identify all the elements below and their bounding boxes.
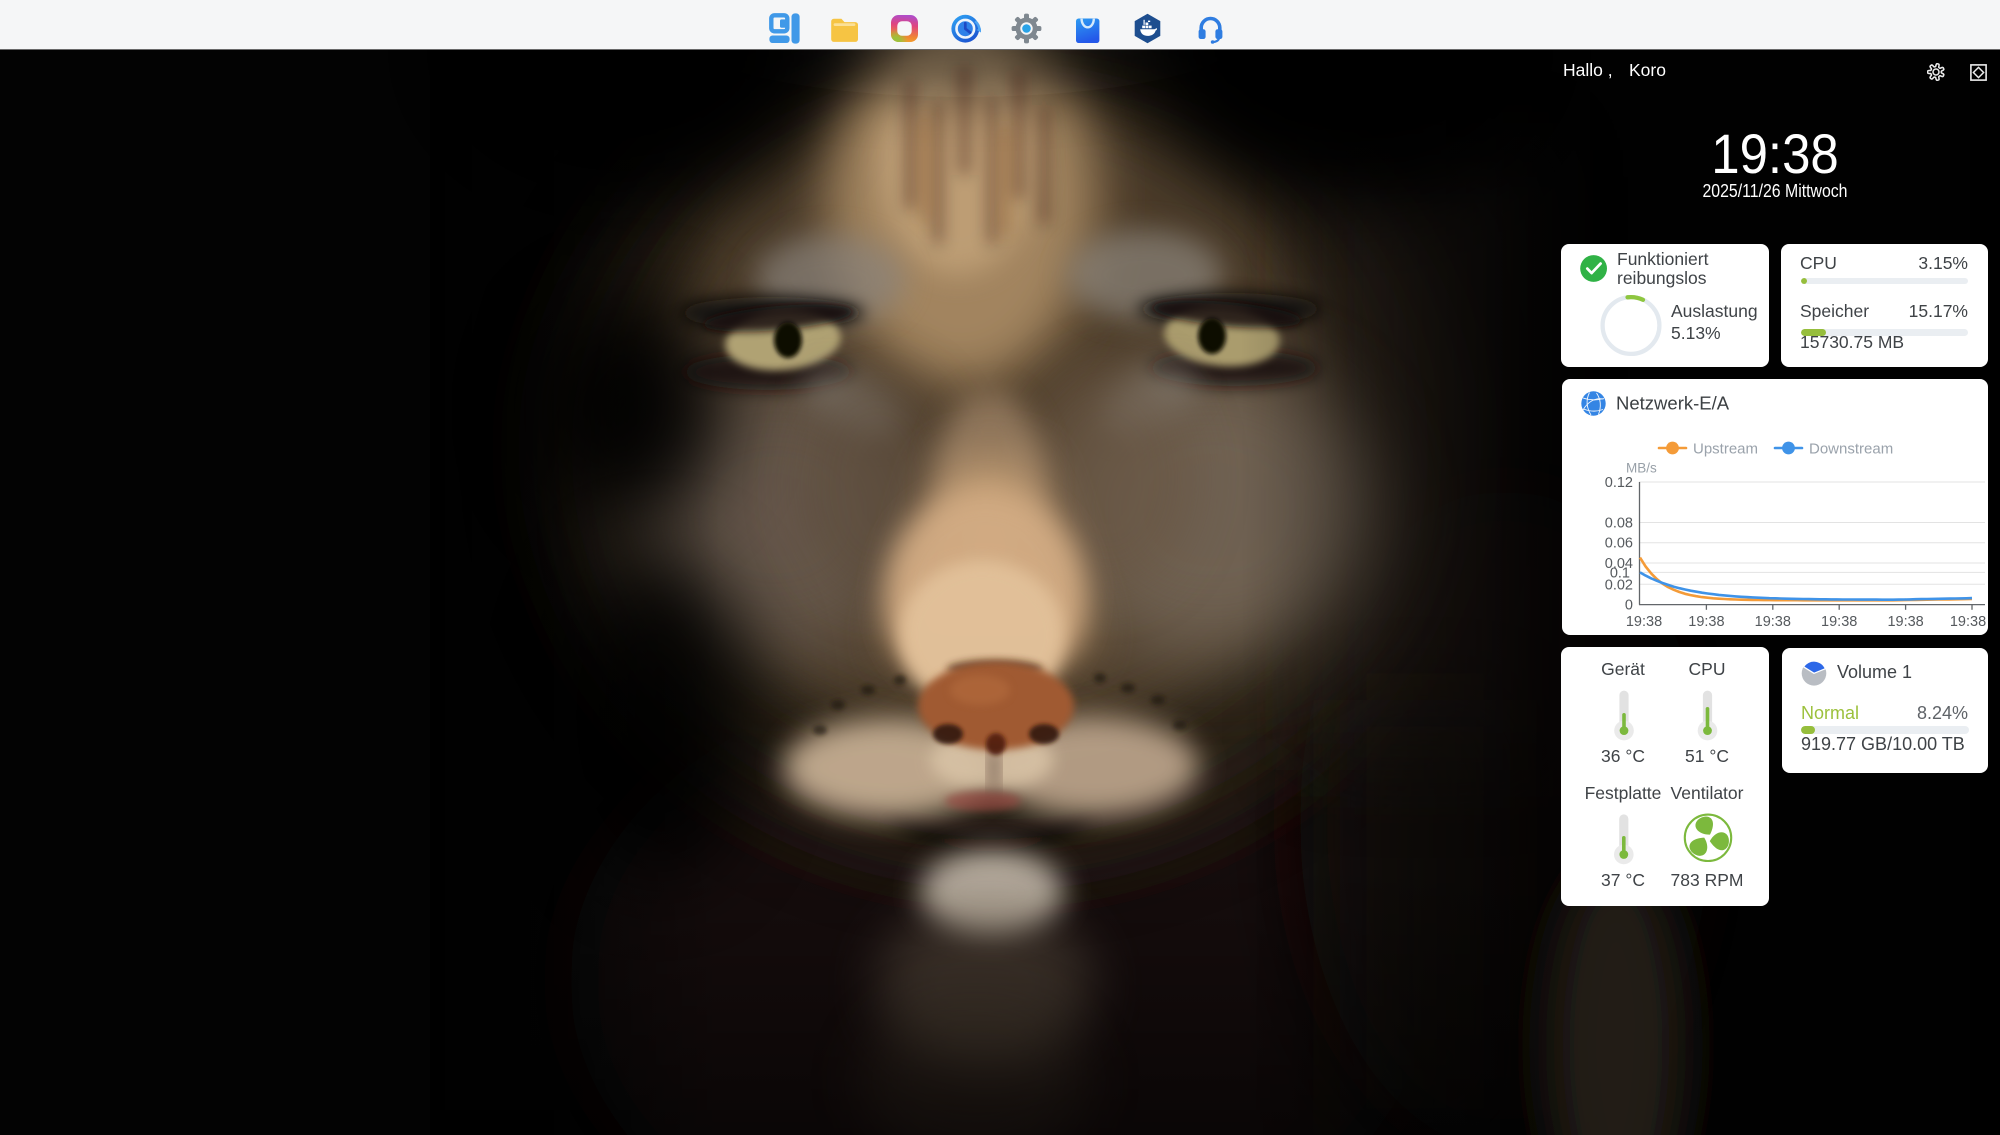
svg-text:Netzwerk-E/A: Netzwerk-E/A xyxy=(1616,393,1730,414)
svg-text:19:38: 19:38 xyxy=(1688,614,1724,630)
svg-text:Upstream: Upstream xyxy=(1693,441,1758,458)
svg-text:19:38: 19:38 xyxy=(1755,614,1791,630)
svg-text:19:38: 19:38 xyxy=(1626,614,1662,630)
svg-text:0.02: 0.02 xyxy=(1605,577,1633,593)
svg-text:19:38: 19:38 xyxy=(1821,614,1857,630)
svg-text:0: 0 xyxy=(1625,598,1633,614)
svg-text:Downstream: Downstream xyxy=(1809,441,1893,458)
svg-text:0.06: 0.06 xyxy=(1605,536,1633,552)
svg-text:MB/s: MB/s xyxy=(1626,461,1657,476)
svg-text:0.08: 0.08 xyxy=(1605,516,1633,532)
svg-text:19:38: 19:38 xyxy=(1950,614,1986,630)
svg-text:0.12: 0.12 xyxy=(1605,475,1633,491)
svg-text:19:38: 19:38 xyxy=(1887,614,1923,630)
